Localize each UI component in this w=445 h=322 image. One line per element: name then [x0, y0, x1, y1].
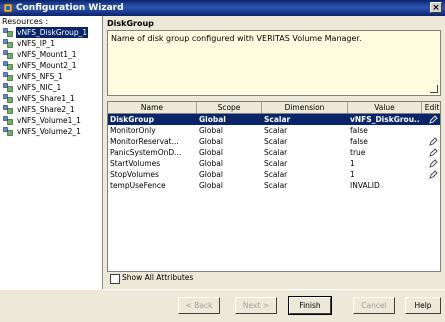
resource-item-label: vNFS_Volume1_1 [17, 116, 81, 125]
resource-item-label: vNFS_Mount1_1 [17, 50, 77, 59]
column-header-dimension[interactable]: Dimension [262, 102, 348, 113]
attribute-scope: Global [199, 170, 223, 179]
attribute-scope: Global [199, 181, 223, 190]
resource-item-label: vNFS_IP_1 [17, 39, 55, 48]
resource-item-label: vNFS_DiskGroup_1 [14, 26, 90, 39]
resource-item-label: vNFS_Volume2_1 [17, 127, 81, 136]
show-all-attributes-label[interactable]: Show All Attributes [122, 273, 193, 282]
share-icon [3, 94, 13, 103]
resource-item[interactable]: vNFS_Mount2_1 [3, 60, 99, 71]
attribute-dimension: Scalar [264, 115, 291, 124]
window-title: Configuration Wizard [16, 3, 124, 13]
resources-panel: Resources : vNFS_DiskGroup_1 vNFS_IP_1 vNF… [0, 16, 103, 289]
attribute-value: vNFS_DiskGrou... [350, 115, 420, 124]
attribute-name: MonitorReservat... [110, 137, 179, 146]
column-header-name[interactable]: Name [108, 102, 197, 113]
cancel-button[interactable]: Cancel [353, 297, 395, 314]
finish-button[interactable]: Finish [288, 296, 332, 315]
resource-item[interactable]: vNFS_DiskGroup_1 [3, 26, 99, 39]
attributes-table: Name Scope Dimension Value Edit DiskGrou… [107, 101, 441, 272]
attribute-dimension: Scalar [264, 181, 288, 190]
wizard-button-bar: < Back Next > Finish Cancel Help [0, 289, 445, 322]
table-row[interactable]: StopVolumes Global Scalar 1 [108, 169, 440, 180]
volume-icon [3, 116, 13, 125]
attribute-name: StopVolumes [110, 170, 159, 179]
attribute-scope: Global [199, 159, 223, 168]
mount-icon [3, 61, 13, 70]
attribute-name: MonitorOnly [110, 126, 156, 135]
attribute-value: false [350, 126, 368, 135]
wizard-app-icon [3, 3, 13, 13]
attribute-dimension: Scalar [264, 126, 288, 135]
table-row[interactable]: StartVolumes Global Scalar 1 [108, 158, 440, 169]
back-button[interactable]: < Back [178, 297, 220, 314]
table-row[interactable]: tempUseFence Global Scalar INVALID [108, 180, 440, 191]
next-button[interactable]: Next > [235, 297, 277, 314]
column-header-value[interactable]: Value [348, 102, 422, 113]
attribute-scope: Global [199, 115, 226, 124]
resource-item-label: vNFS_Mount2_1 [17, 61, 77, 70]
attribute-value: 1 [350, 159, 355, 168]
column-header-edit[interactable]: Edit [422, 102, 440, 113]
attribute-value: 1 [350, 170, 355, 179]
attribute-name: PanicSystemOnD... [110, 148, 182, 157]
ip-icon [3, 39, 13, 48]
attribute-value: true [350, 148, 366, 157]
share-icon [3, 105, 13, 114]
resources-heading: Resources : [2, 17, 49, 26]
resource-item[interactable]: vNFS_Volume1_1 [3, 115, 99, 126]
disk-icon [3, 28, 13, 37]
resource-item[interactable]: vNFS_Volume2_1 [3, 126, 99, 137]
nic-icon [3, 83, 13, 92]
attribute-description-box: Name of disk group configured with VERIT… [107, 30, 441, 96]
attribute-dimension: Scalar [264, 148, 288, 157]
attribute-scope: Global [199, 148, 223, 157]
resource-item[interactable]: vNFS_NFS_1 [3, 71, 99, 82]
attribute-value: false [350, 137, 368, 146]
resize-grip-icon[interactable] [430, 85, 438, 93]
column-header-scope[interactable]: Scope [197, 102, 262, 113]
attribute-name: StartVolumes [110, 159, 161, 168]
resource-item[interactable]: vNFS_IP_1 [3, 38, 99, 49]
close-icon: × [432, 3, 440, 13]
nfs-icon [3, 72, 13, 81]
attribute-title: DiskGroup [107, 19, 154, 28]
help-button[interactable]: Help [405, 297, 441, 314]
resource-item-label: vNFS_Share1_1 [17, 94, 75, 103]
attribute-value: INVALID [350, 181, 380, 190]
table-row[interactable]: PanicSystemOnD... Global Scalar true [108, 147, 440, 158]
attribute-dimension: Scalar [264, 159, 288, 168]
show-all-attributes-checkbox[interactable] [110, 274, 120, 284]
table-row[interactable]: MonitorOnly Global Scalar false [108, 125, 440, 136]
volume-icon [3, 127, 13, 136]
resource-item[interactable]: vNFS_Share2_1 [3, 104, 99, 115]
attribute-scope: Global [199, 126, 223, 135]
attributes-panel: DiskGroup Name of disk group configured … [104, 16, 445, 289]
mount-icon [3, 50, 13, 59]
attribute-name: DiskGroup [110, 115, 154, 124]
resource-item-label: vNFS_NFS_1 [17, 72, 63, 81]
table-header: Name Scope Dimension Value Edit [108, 102, 440, 114]
title-bar[interactable]: Configuration Wizard × [0, 0, 445, 16]
table-row[interactable]: DiskGroup Global Scalar vNFS_DiskGrou... [108, 114, 440, 125]
close-button[interactable]: × [430, 2, 442, 13]
resource-item-label: vNFS_NIC_1 [17, 83, 62, 92]
attribute-description: Name of disk group configured with VERIT… [111, 34, 362, 43]
resource-item[interactable]: vNFS_NIC_1 [3, 82, 99, 93]
attribute-name: tempUseFence [110, 181, 166, 190]
table-row[interactable]: MonitorReservat... Global Scalar false [108, 136, 440, 147]
attribute-dimension: Scalar [264, 170, 288, 179]
resource-item-label: vNFS_Share2_1 [17, 105, 75, 114]
attribute-scope: Global [199, 137, 223, 146]
resource-item[interactable]: vNFS_Share1_1 [3, 93, 99, 104]
resource-item[interactable]: vNFS_Mount1_1 [3, 49, 99, 60]
attribute-dimension: Scalar [264, 137, 288, 146]
configuration-wizard-window: Configuration Wizard × Resources : vNFS_… [0, 0, 445, 322]
